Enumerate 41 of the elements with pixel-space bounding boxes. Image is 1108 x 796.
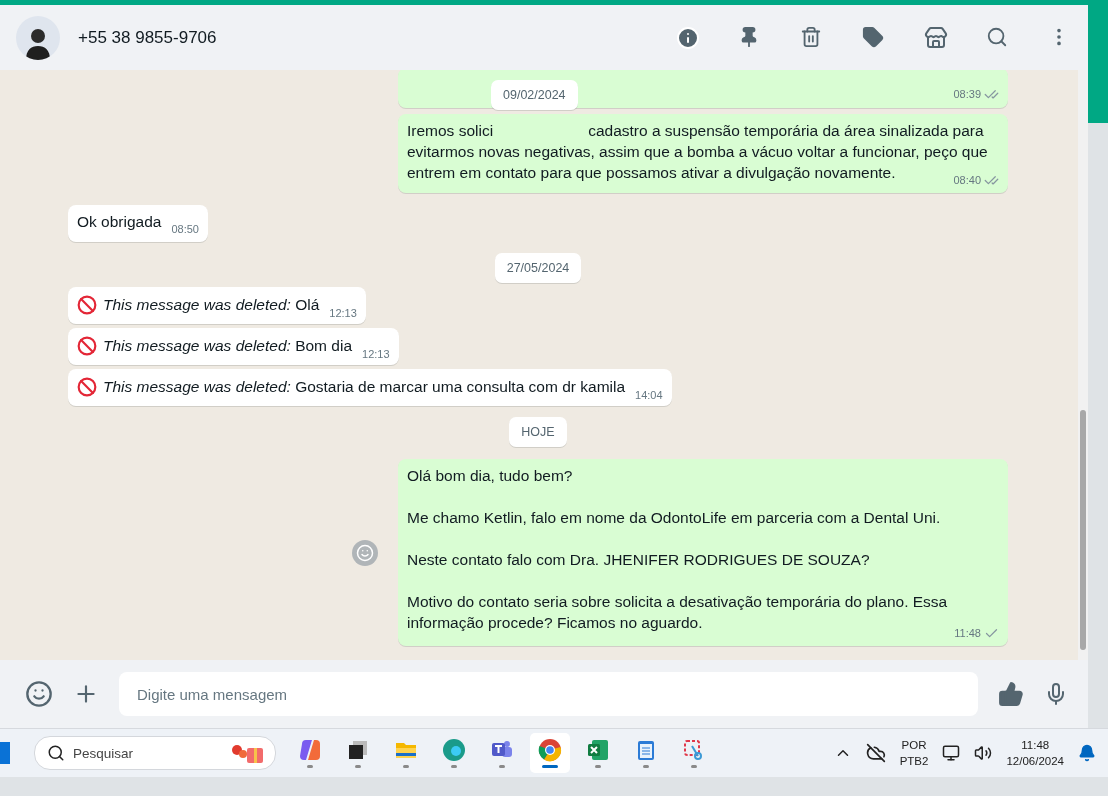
- message-input[interactable]: Digite uma mensagem: [119, 672, 978, 716]
- message-time: 12:13: [329, 306, 357, 321]
- message-text: Olá bom dia, tudo bem?: [407, 466, 574, 486]
- taskbar-search[interactable]: Pesquisar: [34, 736, 276, 770]
- message-time: 11:48: [954, 626, 981, 641]
- info-icon[interactable]: [676, 25, 700, 50]
- emoji-icon[interactable]: [25, 680, 53, 708]
- thumbs-up-icon[interactable]: [998, 681, 1024, 707]
- message-text: This message was deleted: Bom dia: [103, 336, 352, 356]
- start-icon[interactable]: [0, 742, 10, 764]
- message-time: 08:39: [953, 87, 981, 102]
- prohibited-icon: [77, 376, 97, 397]
- message-text: Neste contato falo com Dra. JHENIFER RODRIGUES DE SOUZA?: [407, 550, 871, 570]
- colorful-app-icon: [298, 738, 322, 762]
- prohibited-icon: [77, 294, 97, 315]
- clock[interactable]: 11:48 12/06/2024: [1006, 737, 1064, 769]
- bell-icon[interactable]: [1078, 744, 1096, 762]
- date-chip: HOJE: [509, 417, 567, 447]
- avatar[interactable]: [16, 15, 60, 60]
- flowers-gift-icon: [229, 742, 265, 764]
- message-text: Me chamo Ketlin, falo em nome da OdontoLife em parceria com a Dental Uni.: [407, 508, 942, 528]
- language-indicator[interactable]: POR PTB2: [899, 737, 929, 769]
- volume-icon[interactable]: [974, 744, 993, 762]
- network-icon[interactable]: [942, 744, 961, 762]
- message-text: This message was deleted: Gostaria de marcar uma consulta com dr kamila: [103, 377, 626, 397]
- date-chip: 27/05/2024: [494, 253, 582, 283]
- message-time: 14:04: [635, 388, 663, 403]
- cloud-off-icon[interactable]: [865, 743, 886, 763]
- prohibited-icon: [77, 335, 97, 356]
- date-chip: 09/02/2024: [491, 80, 578, 110]
- windows-stack-icon: [346, 738, 370, 762]
- message-time: 12:13: [362, 347, 390, 362]
- tag-icon[interactable]: [862, 25, 886, 50]
- spreadsheet-icon: [586, 738, 610, 762]
- scrollbar[interactable]: [1078, 70, 1088, 660]
- swirl-icon: [442, 738, 466, 762]
- contact-name[interactable]: +55 38 9855-9706: [78, 27, 638, 48]
- store-icon[interactable]: [924, 25, 948, 50]
- message-text: This message was deleted: Olá: [103, 295, 320, 315]
- chrome-icon: [538, 738, 562, 762]
- search-icon: [47, 744, 65, 762]
